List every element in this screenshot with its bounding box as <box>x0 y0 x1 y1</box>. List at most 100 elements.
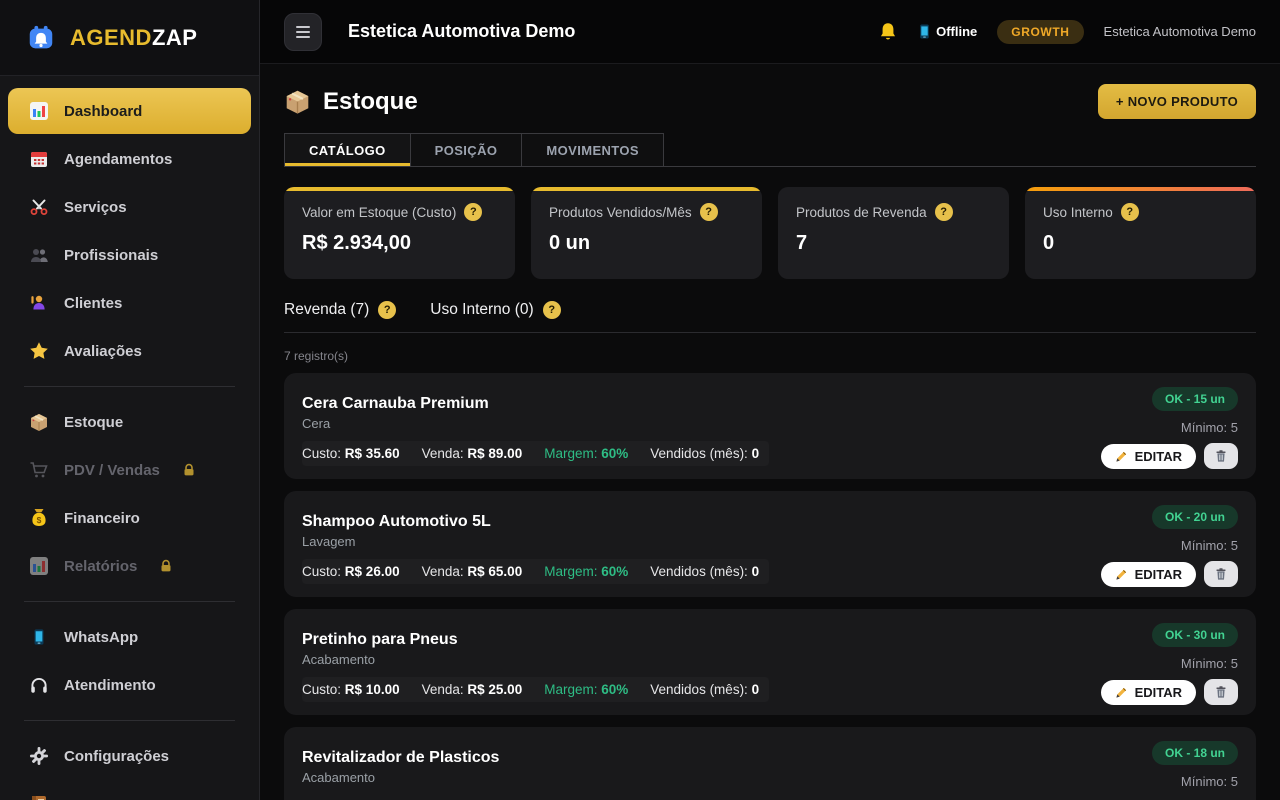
page-title-text: Estoque <box>323 87 418 115</box>
sidebar-item-configuracoes[interactable]: Configurações <box>8 733 251 779</box>
edit-button[interactable]: EDITAR <box>1100 443 1196 469</box>
product-sold: Vendidos (mês): 0 <box>650 446 760 461</box>
product-margin: Margem: 60% <box>544 564 629 579</box>
product-category: Acabamento <box>302 652 375 667</box>
new-product-button[interactable]: + NOVO PRODUTO <box>1097 84 1256 119</box>
product-sale: Venda: R$ 25.00 <box>421 682 523 697</box>
stat-card-valor-estoque: Valor em Estoque (Custo) ? R$ 2.934,00 <box>284 187 515 279</box>
stats-grid: Valor em Estoque (Custo) ? R$ 2.934,00 P… <box>284 187 1256 279</box>
filter-revenda[interactable]: Revenda (7) ? <box>284 301 397 319</box>
help-icon[interactable]: ? <box>1120 203 1139 221</box>
stock-status-badge: OK - 15 un <box>1151 387 1238 411</box>
sidebar-item-label: Relatórios <box>64 557 138 575</box>
stat-value: 7 <box>796 232 808 254</box>
sidebar-item-label: Serviços <box>64 198 127 216</box>
sidebar-item-partial[interactable] <box>8 781 251 800</box>
sidebar-item-atendimento[interactable]: Atendimento <box>8 662 251 708</box>
sidebar-item-whatsapp[interactable]: WhatsApp <box>8 614 251 660</box>
sidebar-item-label: Dashboard <box>64 102 143 120</box>
delete-button[interactable] <box>1204 679 1238 705</box>
stat-label: Uso Interno <box>1043 204 1113 220</box>
edit-button[interactable]: EDITAR <box>1100 561 1196 587</box>
help-icon[interactable]: ? <box>542 301 561 319</box>
phone-status-icon <box>919 24 930 39</box>
minimum-stock-label: Mínimo: 5 <box>1180 420 1238 435</box>
sidebar-divider <box>24 601 235 602</box>
help-icon[interactable]: ? <box>934 203 953 221</box>
calendar-icon <box>28 149 50 169</box>
filter-uso-interno[interactable]: Uso Interno (0) ? <box>430 301 561 319</box>
brand-name-gold: AGEND <box>70 24 152 50</box>
tab-posicao[interactable]: POSIÇÃO <box>410 133 523 166</box>
product-card: Shampoo Automotivo 5L Lavagem Custo: R$ … <box>284 491 1256 597</box>
sidebar-item-servicos[interactable]: Serviços <box>8 184 251 230</box>
product-name: Revitalizador de Plasticos <box>302 749 500 766</box>
product-metrics: Custo: R$ 10.00 Venda: R$ 25.00 Margem: … <box>302 677 769 702</box>
stat-value: 0 <box>1043 232 1055 254</box>
minimum-stock-label: Mínimo: 5 <box>1180 774 1238 789</box>
page-content: Estoque + NOVO PRODUTO CATÁLOGO POSIÇÃO … <box>260 64 1280 800</box>
delete-button[interactable] <box>1204 561 1238 587</box>
connection-status-label: Offline <box>936 24 978 39</box>
sidebar-item-label: Estoque <box>64 413 124 431</box>
product-sale: Venda: R$ 65.00 <box>421 564 523 579</box>
product-card: Pretinho para Pneus Acabamento Custo: R$… <box>284 609 1256 715</box>
stock-status-badge: OK - 30 un <box>1151 623 1238 647</box>
sidebar-toggle-button[interactable] <box>284 12 322 51</box>
help-icon[interactable]: ? <box>378 301 397 319</box>
product-margin: Margem: 60% <box>544 682 629 697</box>
product-metrics: Custo: R$ 35.60 Venda: R$ 89.00 Margem: … <box>302 441 769 466</box>
product-category: Acabamento <box>302 770 375 785</box>
pencil-icon <box>1115 686 1128 699</box>
product-sale: Venda: R$ 89.00 <box>421 446 523 461</box>
sidebar-item-clientes[interactable]: Clientes <box>8 280 251 326</box>
delete-button[interactable] <box>1204 443 1238 469</box>
sidebar-item-label: Profissionais <box>64 246 159 264</box>
product-name: Shampoo Automotivo 5L <box>302 513 491 530</box>
brand-name: AGENDZAP <box>70 25 197 51</box>
edit-button[interactable]: EDITAR <box>1100 679 1196 705</box>
minimum-stock-label: Mínimo: 5 <box>1180 538 1238 553</box>
tab-movimentos[interactable]: MOVIMENTOS <box>522 133 664 166</box>
product-cost: Custo: R$ 35.60 <box>302 446 400 461</box>
sidebar-item-agendamentos[interactable]: Agendamentos <box>8 136 251 182</box>
tab-catalogo[interactable]: CATÁLOGO <box>284 133 411 166</box>
tenant-name: Estetica Automotiva Demo <box>1103 24 1256 39</box>
topbar-right: Offline GROWTH Estetica Automotiva Demo <box>877 19 1256 44</box>
stock-status-badge: OK - 20 un <box>1151 505 1238 529</box>
stat-value: 0 un <box>549 232 591 254</box>
sidebar-item-pdv-vendas[interactable]: PDV / Vendas <box>8 447 251 493</box>
money-bag-icon: $ <box>28 508 50 528</box>
sidebar-item-relatorios[interactable]: Relatórios <box>8 543 251 589</box>
sidebar-item-profissionais[interactable]: Profissionais <box>8 232 251 278</box>
page-title: Estoque <box>284 88 418 116</box>
product-card: Cera Carnauba Premium Cera Custo: R$ 35.… <box>284 373 1256 479</box>
sidebar-item-financeiro[interactable]: $ Financeiro <box>8 495 251 541</box>
filter-row: Revenda (7) ? Uso Interno (0) ? <box>284 301 1256 319</box>
topbar-title: Estetica Automotiva Demo <box>348 21 576 41</box>
records-count: 7 registro(s) <box>284 349 349 363</box>
sidebar-item-dashboard[interactable]: Dashboard <box>8 88 251 134</box>
product-margin: Margem: 60% <box>544 446 629 461</box>
main-column: Estetica Automotiva Demo Offline GROWTH … <box>260 0 1280 800</box>
lock-icon <box>159 559 173 573</box>
help-icon[interactable]: ? <box>699 203 718 221</box>
stat-card-vendidos-mes: Produtos Vendidos/Mês ? 0 un <box>531 187 762 279</box>
bell-icon[interactable] <box>877 21 899 43</box>
product-name: Pretinho para Pneus <box>302 631 458 648</box>
product-metrics: Custo: R$ 26.00 Venda: R$ 65.00 Margem: … <box>302 559 769 584</box>
sidebar-item-label: PDV / Vendas <box>64 461 160 479</box>
sidebar-menu: Dashboard Agendamentos Serviços Profissi… <box>0 76 259 800</box>
phone-icon <box>28 628 50 646</box>
sidebar-item-avaliacoes[interactable]: Avaliações <box>8 328 251 374</box>
product-category: Lavagem <box>302 534 356 549</box>
help-icon[interactable]: ? <box>464 203 483 221</box>
brand-logo: AGENDZAP <box>0 0 259 76</box>
stat-accent <box>1025 187 1256 191</box>
pencil-icon <box>1115 568 1128 581</box>
headphones-icon <box>28 675 50 695</box>
package-icon <box>28 412 50 432</box>
product-sold: Vendidos (mês): 0 <box>650 564 760 579</box>
cart-icon <box>28 460 50 480</box>
sidebar-item-estoque[interactable]: Estoque <box>8 399 251 445</box>
